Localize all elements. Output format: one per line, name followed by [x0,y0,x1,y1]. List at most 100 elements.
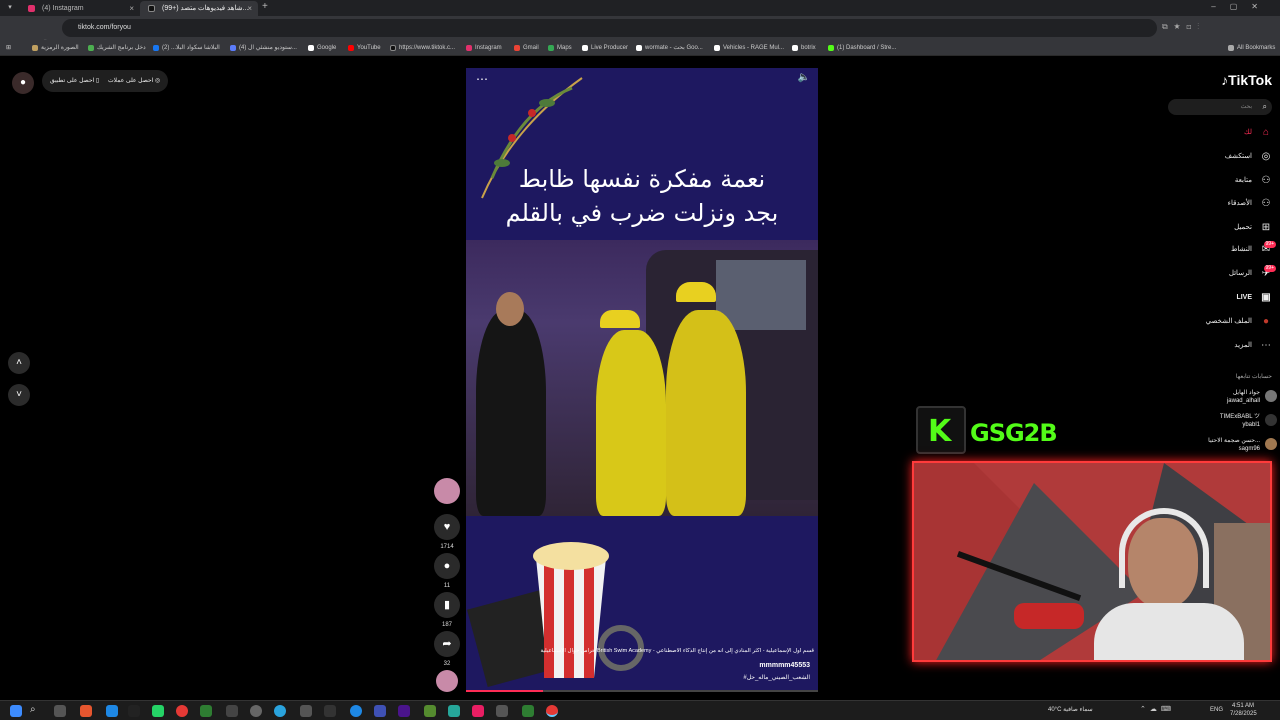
tiktok-logo[interactable]: ♪TikTok [1221,72,1272,88]
nav-following[interactable]: متابعة ⚇ [1235,173,1272,189]
clock-date[interactable]: 7/28/2025 [1230,711,1257,717]
creator-avatar[interactable] [434,478,460,508]
app-icon[interactable] [398,705,410,717]
app-icon[interactable] [80,705,92,717]
telegram-icon[interactable] [274,705,286,717]
scroll-up-button[interactable]: ˄ [8,352,30,374]
bookmark-item[interactable]: Vehicles - RAGE Mul... [714,40,784,56]
bookmark-item[interactable]: https://www.tiktok.c... [390,40,455,56]
get-app-label: احصل على تطبيق [50,78,95,84]
weather-widget[interactable]: 40°C سماء صافية [1048,706,1093,713]
app-icon[interactable] [374,705,386,717]
app-icon[interactable] [324,705,336,717]
close-icon[interactable]: × [247,1,252,16]
nav-for-you[interactable]: لك ⌂ [1244,125,1272,141]
bookmark-item[interactable]: (4) ستوديو منشئي ال... [230,40,297,56]
bookmark-item[interactable]: دخل برنامج الشريك [88,40,146,56]
following-account[interactable]: حسن صجمة الاحتيا... sagm96 [1208,437,1277,453]
bookmark-item[interactable]: YouTube [348,40,381,56]
headline-line-2: بجد ونزلت ضرب في بالقلم [505,199,779,227]
tab-list-icon[interactable]: ▾ [4,2,16,14]
video-hashtags[interactable]: #الشعب_الصيني_ماله_حل [743,674,810,681]
volume-icon[interactable]: 🔈 [798,72,810,83]
app-icon[interactable] [496,705,508,717]
task-view-icon[interactable] [54,705,66,717]
nav-more[interactable]: المزيد ⋯ [1234,338,1272,354]
bookmark-item[interactable]: Instagram [466,40,502,56]
apps-icon[interactable]: ⊞ [6,40,11,56]
video-username[interactable]: mmmmm45553 [759,662,810,669]
kick-avatar-button[interactable]: ● [12,72,34,94]
bookmark-item[interactable]: botrix [792,40,816,56]
bookmark-item[interactable]: Live Producer [582,40,628,56]
sound-avatar[interactable] [434,670,460,696]
url-field[interactable]: tiktok.com/foryou [62,19,1157,37]
extensions-icons[interactable]: ⧉★⊡⋮ [1162,22,1205,32]
language-indicator[interactable]: ENG [1210,707,1223,713]
like-button[interactable]: ♥ 1714 [434,514,460,550]
app-icon[interactable] [472,705,484,717]
following-account[interactable]: TIMExBABL ツ ybabl1 [1220,413,1277,429]
app-icon[interactable] [106,705,118,717]
app-icon[interactable] [522,705,534,717]
bookmarks-bar: ⊞ الصورة الرمزية دخل برنامج الشريك البلا… [0,40,1280,56]
get-coins-button[interactable]: احصل على عملات ◎ [102,70,169,92]
app-icon[interactable] [350,705,362,717]
video-progress-bar[interactable] [466,690,818,692]
bookmark-item[interactable]: wormate - بحث Goo... [636,40,703,56]
heart-icon: ♥ [434,514,460,540]
app-icon[interactable] [128,705,140,717]
comment-button[interactable]: ● 11 [434,553,460,589]
bookmark-item[interactable]: Maps [548,40,572,56]
nav-explore[interactable]: استكشف ◎ [1225,149,1272,165]
bookmark-icon [32,45,38,51]
nav-activity[interactable]: النشاط ✉ 99+ [1231,241,1276,258]
share-button[interactable]: ➦ 32 [434,631,460,667]
window-controls[interactable]: –▢✕ [1211,2,1272,11]
windows-start-icon[interactable] [10,705,22,717]
scroll-down-button[interactable]: ˅ [8,384,30,406]
maps-icon [548,45,554,51]
chrome-icon[interactable] [176,705,188,717]
app-icon[interactable] [250,705,262,717]
close-icon[interactable]: × [129,1,134,16]
nav-messages[interactable]: الرسائل ✈ 99+ [1229,265,1276,282]
bookmark-item[interactable]: الصورة الرمزية [32,40,79,56]
chrome-icon[interactable] [546,705,558,717]
bookmark-icon [88,45,94,51]
bookmark-item[interactable]: Gmail [514,40,539,56]
save-button[interactable]: ▮ 187 [434,592,460,628]
bookmark-item[interactable]: (1) Dashboard / Stre... [828,40,896,56]
app-icon[interactable] [200,705,212,717]
video-player[interactable]: ⋯ 🔈 نعمة مفكرة نفسها ظابط بجد ونزلت ضرب … [466,68,818,692]
bookmark-item[interactable]: البلاشا سكواد البلا... (2) [153,40,220,56]
nav-upload[interactable]: تحميل ⊞ [1234,220,1272,236]
search-icon[interactable]: ⌕ [1263,99,1267,115]
search-input[interactable]: ⌕ بحث [1168,99,1272,115]
tab-instagram[interactable]: (4) Instagram × [20,1,140,16]
streamer-name: GSG2B [970,419,1058,447]
man-in-black [476,310,546,516]
url-text: tiktok.com/foryou [78,24,131,31]
avatar [434,478,460,504]
tray-icons[interactable]: ⌃☁⌨ [1140,705,1175,713]
get-app-button[interactable]: احصل على تطبيق ▯ [42,70,106,92]
search-icon[interactable]: ⌕ [30,704,42,716]
new-tab-button[interactable]: + [262,1,268,12]
following-account[interactable]: جواد الهايل jawad_alhall [1227,389,1277,405]
whatsapp-icon[interactable] [152,705,164,717]
logo-text: TikTok [1228,72,1272,88]
all-bookmarks[interactable]: All Bookmarks [1228,40,1275,56]
comment-icon: ● [434,553,460,579]
nav-friends[interactable]: الأصدقاء ⚇ [1228,196,1272,212]
clock-time[interactable]: 4:51 AM [1232,703,1254,709]
bookmark-item[interactable]: Google [308,40,336,56]
app-icon[interactable] [226,705,238,717]
nav-live[interactable]: LIVE ▣ [1236,290,1272,306]
tab-tiktok[interactable]: (99+) شاهد فيديوهات متصد... × [140,1,258,16]
app-icon[interactable] [424,705,436,717]
app-icon[interactable] [448,705,460,717]
app-icon[interactable] [300,705,312,717]
comment-count: 11 [443,583,451,589]
nav-profile[interactable]: الملف الشخصي ● [1206,314,1272,330]
